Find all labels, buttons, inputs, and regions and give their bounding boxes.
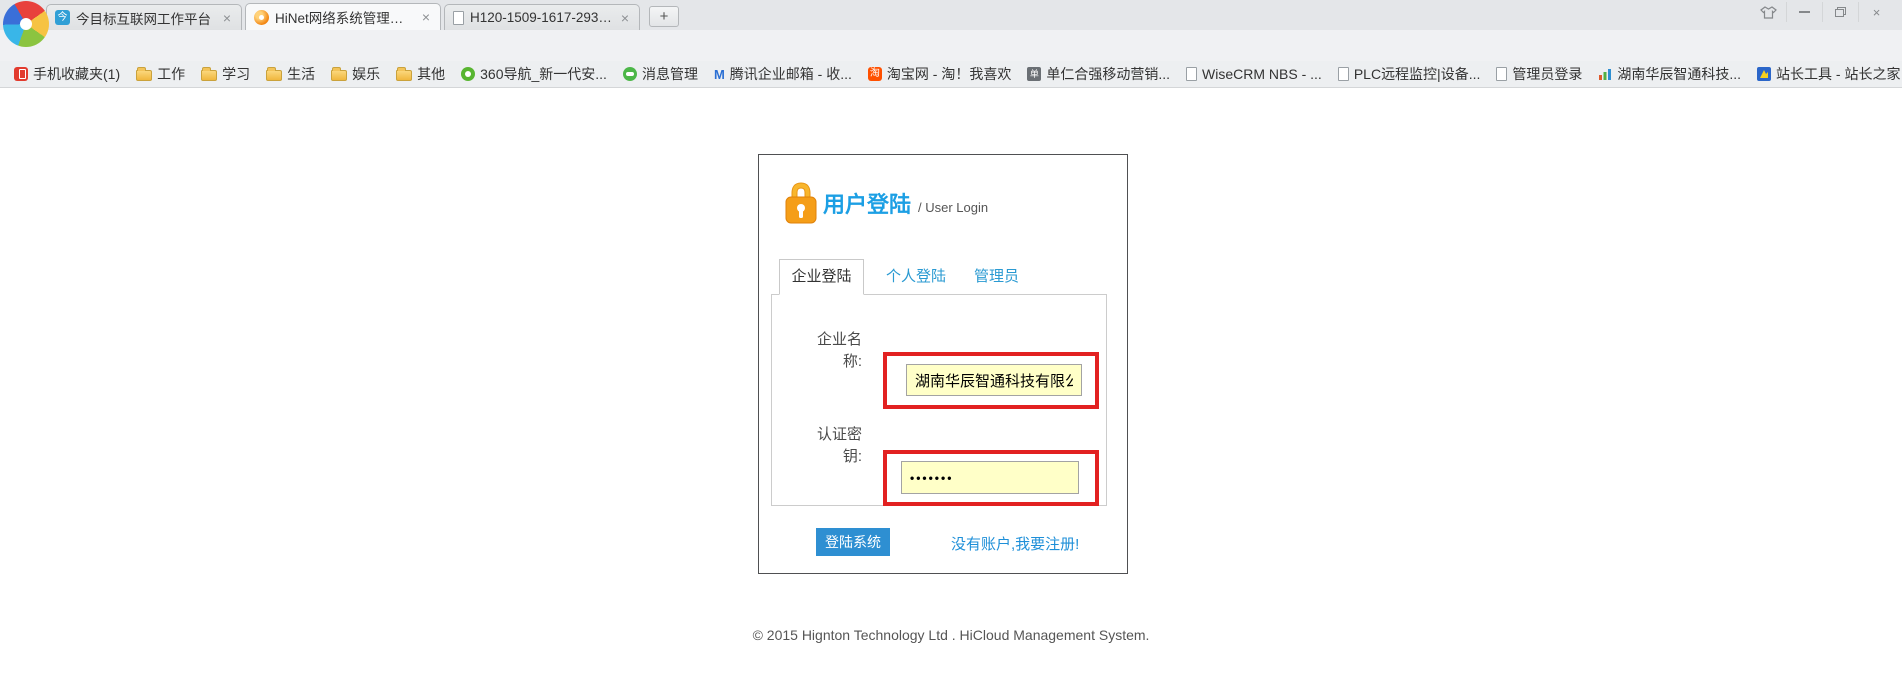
tab-close-icon[interactable]: ×: [420, 9, 432, 25]
browser-tab-hinet[interactable]: HiNet网络系统管理平台 ×: [245, 3, 441, 30]
jinmubiao-favicon-icon: 今: [55, 10, 70, 25]
login-tab-personal[interactable]: 个人登陆: [886, 259, 946, 295]
browser-navbar: ← ↻ ↶ ☆ + plc.hignton.com/V2/ ⚡ ☆ ▾ ▾ ad…: [0, 30, 1902, 61]
tab-close-icon[interactable]: ×: [619, 10, 631, 26]
login-subtitle: / User Login: [918, 200, 988, 215]
bookmark-webmaster-tools[interactable]: 站长工具 - 站长之家: [1749, 63, 1902, 85]
bar-chart-icon: [1598, 67, 1612, 81]
annotation-box-key: [883, 450, 1099, 506]
bookmark-label: 生活: [287, 64, 315, 84]
bookmark-folder-entertainment[interactable]: 娱乐: [323, 63, 388, 85]
bookmark-folder-life[interactable]: 生活: [258, 63, 323, 85]
tab-title: H120-1509-1617-2932-77: [470, 10, 613, 25]
danren-icon: 单: [1027, 67, 1041, 81]
lock-icon: [783, 177, 819, 227]
bookmark-label: 管理员登录: [1512, 64, 1582, 84]
page-icon: [1186, 67, 1197, 81]
skin-icon[interactable]: [1750, 2, 1786, 22]
bookmark-label: 360导航_新一代安...: [480, 64, 607, 84]
login-submit-button[interactable]: 登陆系统: [816, 528, 890, 556]
page-icon: [1496, 67, 1507, 81]
phone-icon: [14, 67, 28, 81]
taobao-icon: 淘: [868, 67, 882, 81]
register-link[interactable]: 没有账户,我要注册!: [951, 533, 1079, 554]
folder-icon: [201, 70, 217, 81]
bookmark-label: 娱乐: [352, 64, 380, 84]
tab-close-icon[interactable]: ×: [221, 10, 233, 26]
bookmark-mobile-favorites[interactable]: 手机收藏夹(1): [6, 63, 128, 85]
browser-logo-icon[interactable]: [3, 1, 49, 47]
bookmarks-bar: 手机收藏夹(1) 工作 学习 生活 娱乐 其他 360导航_新一代安... 消息…: [0, 61, 1902, 88]
message-icon: [623, 67, 637, 81]
bookmark-label: 淘宝网 - 淘！我喜欢: [887, 64, 1011, 84]
bookmark-360-nav[interactable]: 360导航_新一代安...: [453, 63, 615, 85]
blank-page-favicon-icon: [453, 11, 464, 25]
bookmark-label: 手机收藏夹(1): [33, 64, 120, 84]
mail-icon: M: [714, 67, 725, 82]
bookmark-folder-other[interactable]: 其他: [388, 63, 453, 85]
folder-icon: [331, 70, 347, 81]
browser-titlebar: 今 今目标互联网工作平台 × HiNet网络系统管理平台 × H120-1509…: [0, 0, 1902, 30]
webmaster-tools-icon: [1757, 67, 1771, 81]
bookmark-folder-work[interactable]: 工作: [128, 63, 193, 85]
bookmark-label: 站长工具 - 站长之家: [1776, 64, 1900, 84]
login-tab-enterprise[interactable]: 企业登陆: [779, 259, 864, 295]
folder-icon: [396, 70, 412, 81]
bookmark-danren[interactable]: 单 单仁合强移动营销...: [1019, 63, 1178, 85]
bookmark-label: PLC远程监控|设备...: [1354, 64, 1481, 84]
bookmark-huachen[interactable]: 湖南华辰智通科技...: [1590, 63, 1749, 85]
login-title: 用户登陆: [823, 187, 911, 219]
folder-icon: [136, 70, 152, 81]
bookmark-wisecrm[interactable]: WiseCRM NBS - ...: [1178, 63, 1330, 85]
bookmark-message-manage[interactable]: 消息管理: [615, 63, 706, 85]
bookmark-label: 其他: [417, 64, 445, 84]
page-icon: [1338, 67, 1349, 81]
footer-copyright: © 2015 Hignton Technology Ltd . HiCloud …: [0, 627, 1902, 643]
bookmark-label: 单仁合强移动营销...: [1046, 64, 1170, 84]
login-header: 用户登陆 / User Login: [823, 187, 988, 219]
hinet-favicon-icon: [254, 10, 269, 25]
close-button[interactable]: ×: [1858, 2, 1894, 22]
company-name-label: 企业名称:: [812, 329, 862, 373]
browser-tab-jinmubiao[interactable]: 今 今目标互联网工作平台 ×: [46, 4, 242, 30]
bookmark-tencent-mail[interactable]: M 腾讯企业邮箱 - 收...: [706, 63, 860, 85]
bookmark-label: WiseCRM NBS - ...: [1202, 66, 1322, 82]
bookmark-label: 学习: [222, 64, 250, 84]
minimize-button[interactable]: [1786, 2, 1822, 22]
auth-key-label: 认证密钥:: [812, 424, 862, 468]
tab-strip: 今 今目标互联网工作平台 × HiNet网络系统管理平台 × H120-1509…: [46, 3, 679, 30]
login-tab-admin[interactable]: 管理员: [974, 259, 1019, 295]
new-tab-button[interactable]: +: [649, 6, 679, 27]
folder-icon: [266, 70, 282, 81]
tab-title: HiNet网络系统管理平台: [275, 7, 414, 27]
360-nav-icon: [461, 67, 475, 81]
bookmark-label: 消息管理: [642, 64, 698, 84]
minimize-icon: [1799, 11, 1810, 13]
maximize-button[interactable]: [1822, 2, 1858, 22]
browser-tab-h120[interactable]: H120-1509-1617-2932-77 ×: [444, 4, 640, 30]
window-controls: ×: [1750, 2, 1894, 22]
bookmark-taobao[interactable]: 淘 淘宝网 - 淘！我喜欢: [860, 63, 1019, 85]
bookmark-folder-study[interactable]: 学习: [193, 63, 258, 85]
login-panel: 用户登陆 / User Login 企业登陆 个人登陆 管理员 企业名称: 认证…: [758, 154, 1128, 574]
tab-title: 今目标互联网工作平台: [76, 8, 215, 28]
bookmark-label: 工作: [157, 64, 185, 84]
annotation-box-company: [883, 352, 1099, 409]
bookmark-label: 湖南华辰智通科技...: [1617, 64, 1741, 84]
bookmark-admin-login[interactable]: 管理员登录: [1488, 63, 1590, 85]
bookmark-label: 腾讯企业邮箱 - 收...: [730, 64, 852, 84]
bookmark-plc-monitor[interactable]: PLC远程监控|设备...: [1330, 63, 1489, 85]
page-content: 用户登陆 / User Login 企业登陆 个人登陆 管理员 企业名称: 认证…: [0, 88, 1902, 678]
